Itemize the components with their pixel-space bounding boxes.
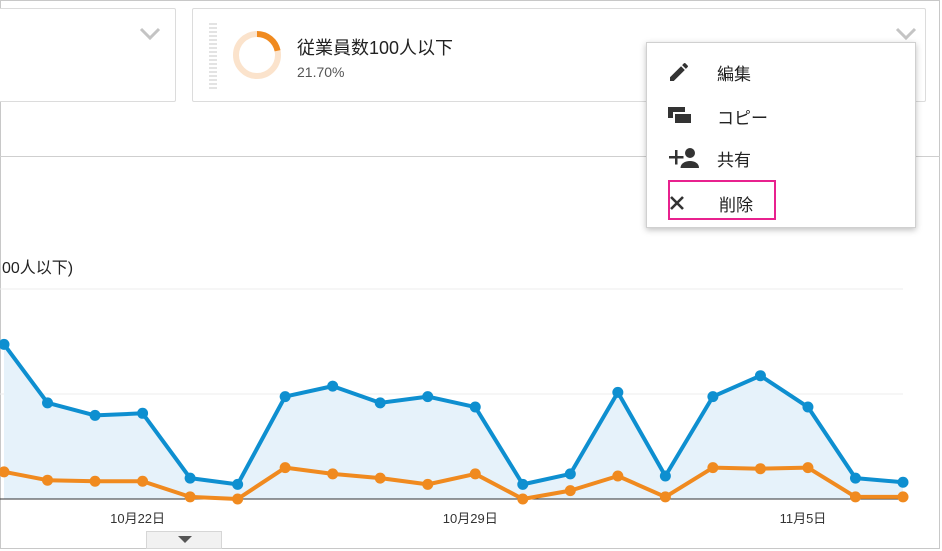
data-point [659,470,671,482]
data-point [707,462,719,474]
data-point [42,397,54,409]
data-point [89,409,101,421]
drag-handle[interactable] [209,23,217,89]
segment-percent: 21.70% [297,64,345,80]
segment-donut-chart [233,31,281,79]
data-point [564,485,576,497]
data-point [612,470,624,482]
data-point [897,491,909,503]
menu-item-delete[interactable]: 削除 [669,184,777,222]
data-point [897,476,909,488]
context-menu: 編集 コピー 共有 削除 [646,42,916,228]
data-point [469,468,481,480]
pencil-icon [667,60,703,84]
data-point [517,493,529,505]
copy-icon [667,104,703,128]
data-point [849,491,861,503]
line-chart: 10月22日 10月29日 11月5日 [0,288,909,526]
data-point [802,462,814,474]
data-point [42,474,54,486]
data-point [754,463,766,475]
menu-item-label: 削除 [719,195,753,215]
data-point [849,472,861,484]
data-point [232,493,244,505]
x-tick-label: 11月5日 [780,511,827,526]
chevron-down-icon[interactable] [139,27,161,41]
series-area [4,344,903,499]
segment-title: 従業員数100人以下 [297,38,454,58]
chevron-down-icon[interactable] [895,27,917,41]
share-person-icon [667,146,703,170]
menu-item-edit[interactable]: 編集 [667,55,867,89]
data-point [89,475,101,487]
expand-handle[interactable] [146,531,222,549]
data-point [469,401,481,413]
data-point [279,391,291,403]
data-point [279,462,291,474]
x-tick-label: 10月22日 [110,511,165,526]
data-point [802,401,814,413]
data-point [232,478,244,490]
menu-item-share[interactable]: 共有 [667,141,867,175]
data-point [374,397,386,409]
data-point [517,478,529,490]
data-point [754,370,766,382]
data-point [184,491,196,503]
data-point [374,472,386,484]
menu-item-label: 編集 [717,64,751,84]
data-point [327,468,339,480]
data-point [327,380,339,392]
chart-legend-title: 00人以下) [2,260,74,277]
menu-item-label: 共有 [717,150,751,170]
data-point [659,491,671,503]
data-point [422,478,434,490]
data-point [612,386,624,398]
menu-item-copy[interactable]: コピー [667,99,867,133]
x-tick-label: 10月29日 [443,511,498,526]
data-point [422,391,434,403]
data-point [707,391,719,403]
data-point [184,472,196,484]
caret-down-icon [178,536,192,543]
segment-card-left[interactable] [0,8,176,102]
data-point [564,468,576,480]
data-point [137,475,149,487]
menu-item-label: コピー [717,108,768,128]
close-icon [669,191,705,215]
data-point [137,407,149,419]
